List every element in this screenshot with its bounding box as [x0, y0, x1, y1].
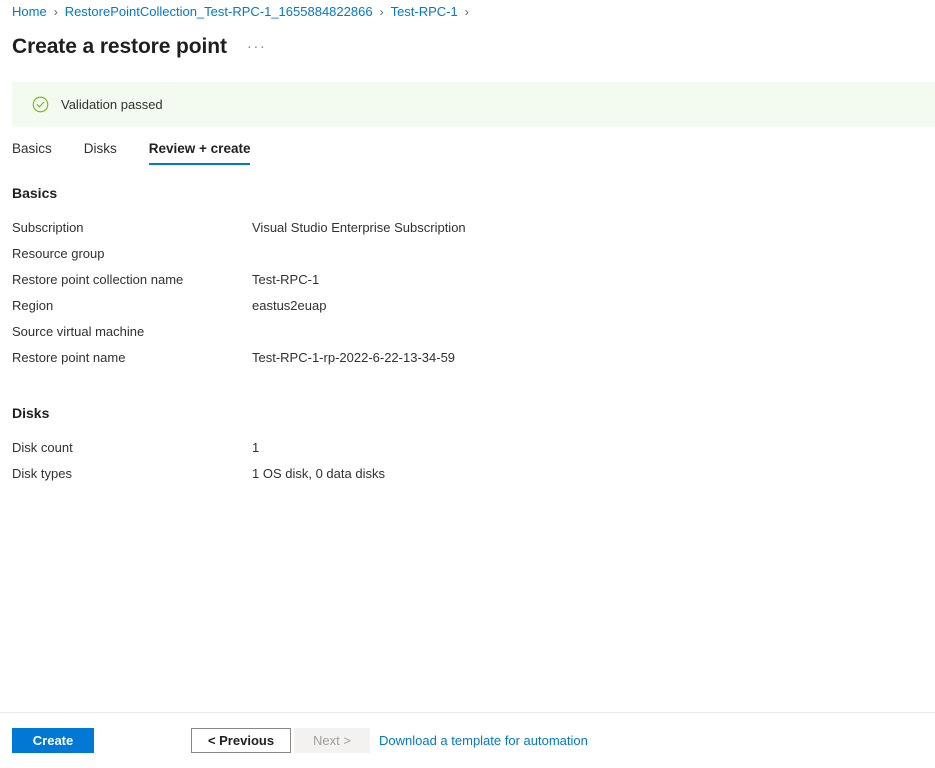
validation-status-text: Validation passed	[61, 96, 163, 112]
wizard-footer: Create < Previous Next > Download a temp…	[0, 713, 935, 768]
tab-review-create[interactable]: Review + create	[148, 140, 250, 165]
download-template-link[interactable]: Download a template for automation	[379, 732, 588, 750]
review-content: Basics Subscription Visual Studio Enterp…	[0, 183, 935, 519]
summary-label: Restore point name	[12, 350, 126, 365]
summary-row-disk-count: Disk count 1	[0, 439, 935, 465]
summary-value: 1 OS disk, 0 data disks	[252, 466, 385, 481]
summary-label: Resource group	[12, 246, 105, 261]
summary-row-source-virtual-machine: Source virtual machine	[0, 323, 935, 349]
summary-row-subscription: Subscription Visual Studio Enterprise Su…	[0, 219, 935, 245]
summary-row-restore-point-name: Restore point name Test-RPC-1-rp-2022-6-…	[0, 349, 935, 375]
basics-summary-list: Subscription Visual Studio Enterprise Su…	[0, 219, 935, 375]
page-header: Create a restore point ···	[0, 22, 935, 64]
summary-label: Restore point collection name	[12, 272, 184, 287]
breadcrumb-separator-icon: ›	[53, 5, 58, 19]
breadcrumb: Home › RestorePointCollection_Test-RPC-1…	[0, 0, 935, 22]
check-circle-icon	[32, 96, 49, 113]
summary-value: Visual Studio Enterprise Subscription	[252, 220, 466, 235]
section-heading-basics: Basics	[12, 185, 58, 201]
create-button[interactable]: Create	[12, 728, 94, 753]
summary-row-restore-point-collection-name: Restore point collection name Test-RPC-1	[0, 271, 935, 297]
summary-row-resource-group: Resource group	[0, 245, 935, 271]
page-title: Create a restore point	[12, 35, 227, 58]
summary-value: 1	[252, 440, 260, 455]
tab-disks[interactable]: Disks	[84, 140, 117, 165]
summary-row-region: Region eastus2euap	[0, 297, 935, 323]
breadcrumb-item-restore-point-collection[interactable]: RestorePointCollection_Test-RPC-1_165588…	[65, 3, 373, 21]
summary-label: Disk types	[12, 466, 72, 481]
summary-value: eastus2euap	[252, 298, 327, 313]
next-button[interactable]: Next >	[294, 728, 370, 753]
summary-label: Disk count	[12, 440, 73, 455]
tab-basics[interactable]: Basics	[12, 140, 52, 165]
summary-label: Source virtual machine	[12, 324, 145, 339]
summary-label: Subscription	[12, 220, 84, 235]
validation-banner: Validation passed	[12, 82, 935, 127]
breadcrumb-separator-icon: ›	[379, 5, 384, 19]
section-heading-disks: Disks	[12, 405, 50, 421]
disks-summary-list: Disk count 1 Disk types 1 OS disk, 0 dat…	[0, 439, 935, 491]
previous-button[interactable]: < Previous	[191, 728, 291, 753]
wizard-tabs: Basics Disks Review + create	[12, 140, 282, 170]
summary-label: Region	[12, 298, 54, 313]
summary-value: Test-RPC-1	[252, 272, 320, 287]
summary-value: Test-RPC-1-rp-2022-6-22-13-34-59	[252, 350, 456, 365]
summary-row-disk-types: Disk types 1 OS disk, 0 data disks	[0, 465, 935, 491]
breadcrumb-item-test-rpc-1[interactable]: Test-RPC-1	[391, 3, 458, 21]
breadcrumb-separator-icon: ›	[464, 5, 469, 19]
breadcrumb-item-home[interactable]: Home	[12, 3, 47, 21]
more-options-icon[interactable]: ···	[245, 38, 269, 56]
